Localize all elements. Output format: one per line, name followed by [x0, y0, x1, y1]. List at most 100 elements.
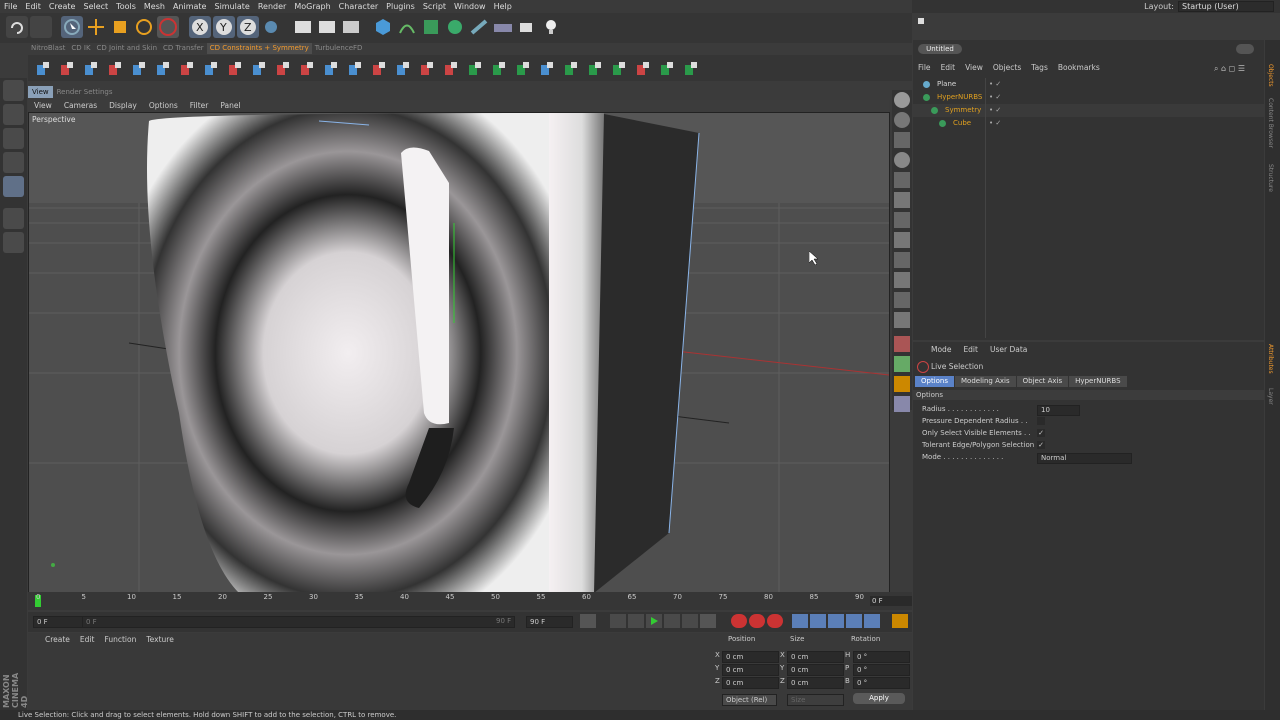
world-coordinate-icon[interactable] — [260, 16, 282, 38]
attribute-tab-modeling-axis[interactable]: Modeling Axis — [955, 376, 1016, 387]
constraint-tool-icon-9[interactable] — [226, 59, 244, 77]
property-value[interactable] — [1037, 417, 1045, 425]
size-field[interactable]: 0 cm — [787, 664, 844, 676]
constraint-tool-icon-19[interactable] — [466, 59, 484, 77]
tool-icon-11[interactable] — [894, 292, 910, 308]
play-icon[interactable] — [646, 614, 662, 628]
material-menu-edit[interactable]: Edit — [75, 633, 100, 647]
go-to-previous-key-icon[interactable] — [610, 614, 626, 628]
scale-icon[interactable] — [109, 16, 131, 38]
side-tab-layer[interactable]: Layer — [1267, 388, 1274, 405]
menu-render[interactable]: Render — [254, 0, 290, 13]
viewport-menu-options[interactable]: Options — [143, 100, 184, 112]
constraint-tool-icon-3[interactable] — [82, 59, 100, 77]
texture-mode-icon[interactable] — [3, 128, 24, 149]
side-tab-attributes[interactable]: Attributes — [1267, 344, 1274, 374]
constraint-tool-icon-26[interactable] — [634, 59, 652, 77]
visibility-dots-icon[interactable]: • ✓ — [989, 117, 1001, 130]
menu-create[interactable]: Create — [45, 0, 80, 13]
attribute-tab-options[interactable]: Options — [915, 376, 955, 387]
constraint-tool-icon-18[interactable] — [442, 59, 460, 77]
menu-window[interactable]: Window — [450, 0, 490, 13]
subdivision-icon[interactable] — [420, 16, 442, 38]
material-menu-function[interactable]: Function — [99, 633, 141, 647]
record-position-icon[interactable] — [792, 614, 808, 628]
constraint-tool-icon-20[interactable] — [490, 59, 508, 77]
constraint-tool-icon-25[interactable] — [610, 59, 628, 77]
polygons-mode-icon[interactable] — [3, 176, 24, 197]
object-menu-view[interactable]: View — [960, 62, 988, 74]
menu-mograph[interactable]: MoGraph — [290, 0, 334, 13]
undo-button[interactable] — [6, 16, 28, 38]
render-view-icon[interactable] — [292, 16, 314, 38]
range-slider[interactable]: 0 F — [82, 616, 515, 628]
side-tab-objects[interactable]: Objects — [1267, 64, 1274, 87]
autokey-icon[interactable] — [749, 614, 765, 628]
end-frame-field[interactable]: 90 F — [526, 616, 573, 628]
x-axis-lock-icon[interactable]: X — [189, 16, 211, 38]
constraint-tool-icon-17[interactable] — [418, 59, 436, 77]
menu-file[interactable]: File — [0, 0, 21, 13]
brush-icon[interactable] — [894, 172, 910, 188]
move-icon[interactable] — [85, 16, 107, 38]
constraint-tool-icon-14[interactable] — [346, 59, 364, 77]
start-frame-field[interactable]: 0 F — [33, 616, 83, 628]
object-menu-bookmarks[interactable]: Bookmarks — [1053, 62, 1105, 74]
coordinate-mode-select[interactable]: Object (Rel) — [722, 694, 777, 706]
viewport-menu-view[interactable]: View — [28, 100, 58, 112]
layer-tab-1[interactable]: CD IK — [68, 43, 93, 54]
apply-button[interactable]: Apply — [853, 693, 905, 704]
menu-mesh[interactable]: Mesh — [140, 0, 169, 13]
material-menu-texture[interactable]: Texture — [141, 633, 178, 647]
visibility-dots-icon[interactable]: • ✓ — [989, 78, 1001, 91]
panel-icon[interactable] — [918, 18, 924, 24]
next-frame-icon[interactable] — [664, 614, 680, 628]
floor-icon[interactable] — [492, 16, 514, 38]
record-rotation-icon[interactable] — [828, 614, 844, 628]
render-icon[interactable] — [894, 92, 910, 108]
position-field[interactable]: 0 cm — [722, 677, 779, 689]
position-field[interactable]: 0 cm — [722, 651, 779, 663]
viewport-menu-cameras[interactable]: Cameras — [58, 100, 103, 112]
axis-mode-icon[interactable] — [3, 208, 24, 229]
keyframe-selection-icon[interactable] — [767, 614, 783, 628]
constraint-tool-icon-5[interactable] — [130, 59, 148, 77]
constraint-tool-icon-27[interactable] — [658, 59, 676, 77]
redo-button[interactable] — [30, 16, 52, 38]
attribute-tab-hypernurbs[interactable]: HyperNURBS — [1069, 376, 1127, 387]
previous-frame-icon[interactable] — [628, 614, 644, 628]
constraint-tool-icon-1[interactable] — [34, 59, 52, 77]
tool-icon-8[interactable] — [894, 232, 910, 248]
attribute-menu-mode[interactable]: Mode — [925, 344, 957, 356]
record-scale-icon[interactable] — [810, 614, 826, 628]
object-row[interactable]: Cube • ✓ — [913, 117, 1264, 130]
tool-icon-10[interactable] — [894, 272, 910, 288]
constraint-tool-icon-2[interactable] — [58, 59, 76, 77]
tool-icon-12[interactable] — [894, 312, 910, 328]
rotation-field[interactable]: 0 ° — [853, 664, 910, 676]
constraint-tool-icon-6[interactable] — [154, 59, 172, 77]
deformer-icon[interactable] — [468, 16, 490, 38]
recent-tool-icon[interactable] — [157, 16, 179, 38]
constraint-tool-icon-11[interactable] — [274, 59, 292, 77]
menu-script[interactable]: Script — [419, 0, 450, 13]
search-icon[interactable]: ⌕ ⌂ ◻ ☰ — [1214, 64, 1264, 73]
layer-tab-2[interactable]: CD Joint and Skin — [94, 43, 160, 54]
side-tab-structure[interactable]: Structure — [1267, 164, 1274, 192]
perspective-viewport[interactable]: Perspective — [28, 112, 890, 594]
viewport-menu-filter[interactable]: Filter — [184, 100, 215, 112]
y-axis-lock-icon[interactable]: Y — [213, 16, 235, 38]
constraint-tool-icon-10[interactable] — [250, 59, 268, 77]
layer-tab-5[interactable]: TurbulenceFD — [312, 43, 366, 54]
timeline-ruler[interactable]: 0 F 0 5 10 15 20 25 30 35 40 45 50 55 60 65 70 75 80 85 90 — [28, 592, 912, 610]
tool-icon-15[interactable] — [894, 376, 910, 392]
attribute-tab-object-axis[interactable]: Object Axis — [1016, 376, 1069, 387]
document-tab[interactable]: Untitled — [918, 44, 962, 54]
size-field[interactable]: 0 cm — [787, 677, 844, 689]
model-mode-icon[interactable] — [3, 104, 24, 125]
tab-render-settings[interactable]: Render Settings — [53, 86, 117, 98]
attribute-menu-user-data[interactable]: User Data — [984, 344, 1033, 356]
rotation-field[interactable]: 0 ° — [853, 651, 910, 663]
size-mode-select[interactable]: Size — [787, 694, 844, 706]
property-value[interactable]: ✓ — [1037, 441, 1045, 449]
